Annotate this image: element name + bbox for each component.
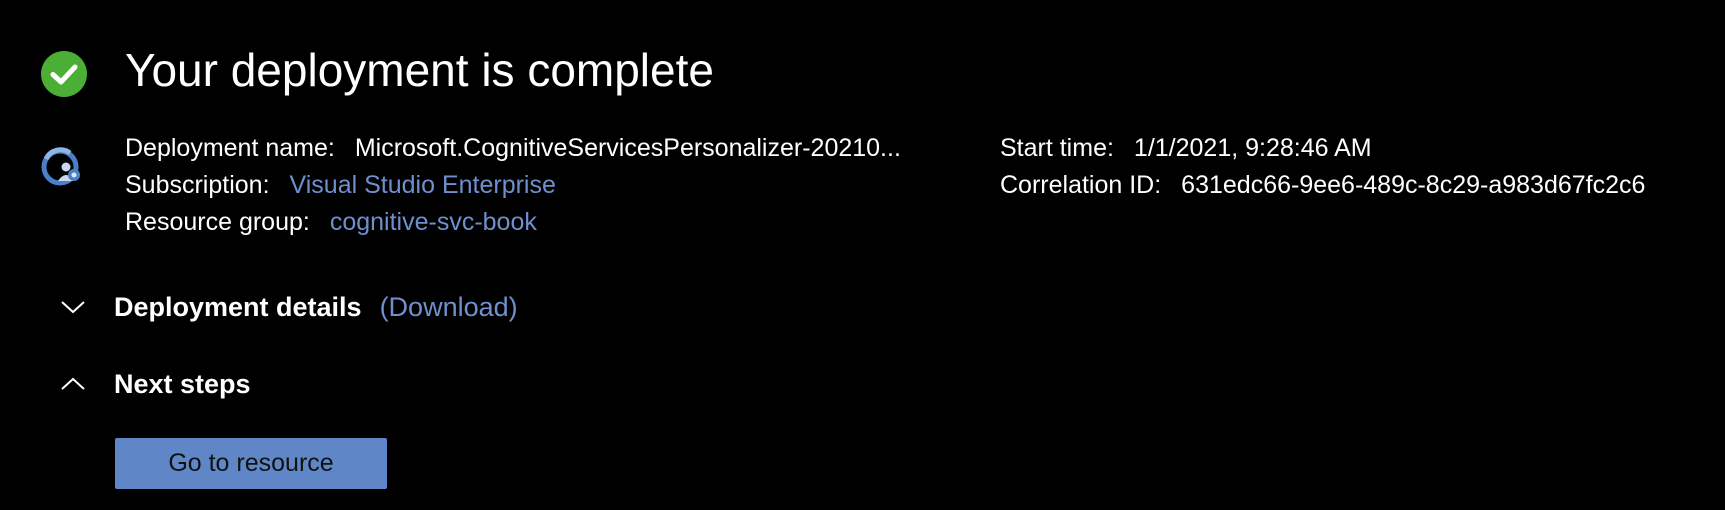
start-time-value: 1/1/2021, 9:28:46 AM	[1133, 134, 1372, 162]
download-link[interactable]: (Download)	[380, 289, 518, 325]
subscription-label: Subscription:	[125, 171, 270, 199]
start-time-label: Start time:	[1000, 134, 1114, 162]
subscription-link[interactable]: Visual Studio Enterprise	[290, 171, 556, 199]
correlation-id-label: Correlation ID:	[1000, 171, 1162, 199]
chevron-up-icon[interactable]	[60, 376, 86, 392]
deployment-name-label: Deployment name:	[125, 134, 335, 162]
correlation-id-value: 631edc66-9ee6-489c-8c29-a983d67fc2c6	[1181, 171, 1646, 199]
deployment-info: Deployment name: Microsoft.CognitiveServi…	[125, 130, 901, 241]
check-circle-icon	[41, 51, 87, 97]
deployment-name-value: Microsoft.CognitiveServicesPersonalizer-…	[354, 134, 901, 162]
deployment-timing: Start time: 1/1/2021, 9:28:46 AM Correlat…	[1000, 130, 1645, 204]
resource-group-label: Resource group:	[125, 208, 310, 236]
go-to-resource-button[interactable]: Go to resource	[115, 438, 387, 489]
deployment-icon	[41, 147, 80, 186]
resource-group-link[interactable]: cognitive-svc-book	[330, 208, 537, 236]
correlation-id-row: Correlation ID: 631edc66-9ee6-489c-8c29-a…	[1000, 167, 1645, 204]
deployment-name-row: Deployment name: Microsoft.CognitiveServi…	[125, 130, 901, 167]
next-steps-title[interactable]: Next steps	[114, 366, 251, 402]
deployment-overview: Your deployment is complete Deployment n…	[0, 0, 1725, 510]
deployment-details-section[interactable]: Deployment details (Download)	[60, 289, 518, 325]
deployment-details-title[interactable]: Deployment details	[114, 289, 362, 325]
next-steps-section[interactable]: Next steps	[60, 366, 251, 402]
chevron-down-icon[interactable]	[60, 299, 86, 315]
page-title: Your deployment is complete	[125, 44, 714, 96]
resource-group-row: Resource group: cognitive-svc-book	[125, 204, 901, 241]
subscription-row: Subscription: Visual Studio Enterprise	[125, 167, 901, 204]
start-time-row: Start time: 1/1/2021, 9:28:46 AM	[1000, 130, 1645, 167]
